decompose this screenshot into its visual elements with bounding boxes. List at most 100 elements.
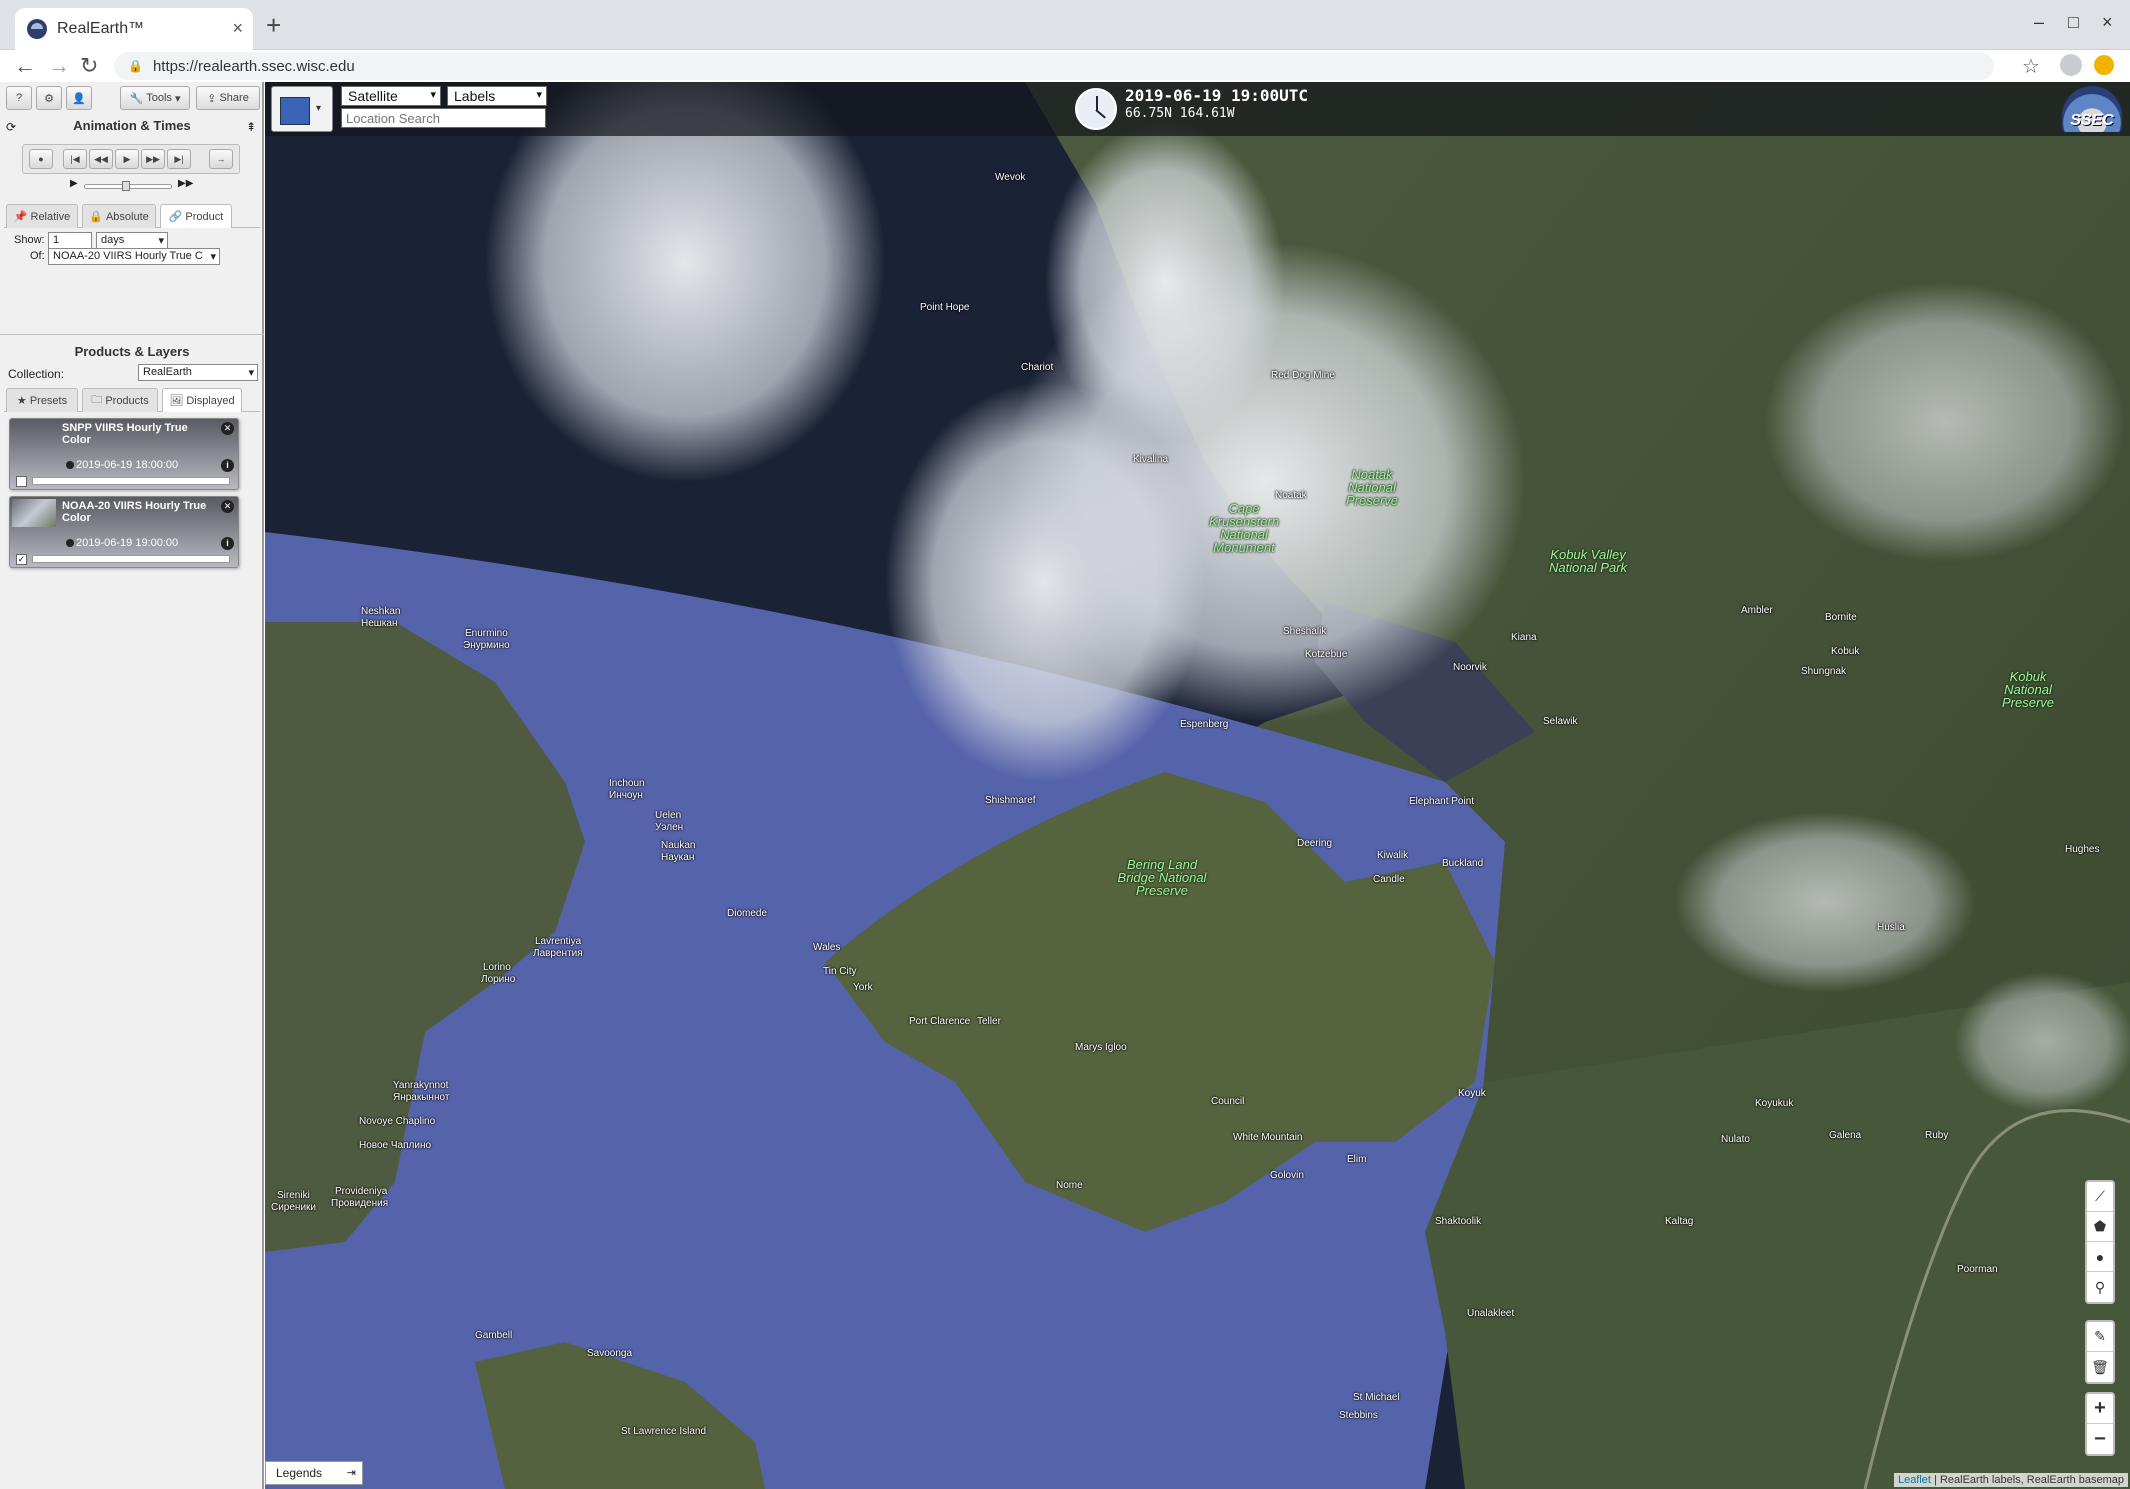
- clock-icon[interactable]: [1075, 88, 1117, 130]
- layer-card-snpp[interactable]: SNPP VIIRS Hourly True Color ✕ 2019-06-1…: [9, 418, 239, 490]
- maximize-icon[interactable]: □: [2068, 12, 2079, 33]
- place-label: Kotzebue: [1305, 649, 1348, 660]
- chevron-down-icon: ▾: [316, 103, 322, 114]
- info-icon[interactable]: i: [221, 459, 234, 472]
- place-label: Port Clarence: [909, 1016, 971, 1027]
- bookmark-star-icon[interactable]: ☆: [2022, 54, 2040, 79]
- zoom-out-button[interactable]: −: [2087, 1424, 2113, 1454]
- address-bar-row: ← → ↻ 🔒 https://realearth.ssec.wisc.edu …: [0, 50, 2130, 82]
- tab-close-icon[interactable]: ×: [232, 18, 243, 39]
- collection-select[interactable]: RealEarth ▾: [138, 364, 258, 381]
- dropdown-arrow-icon: ▾: [248, 367, 254, 379]
- map-topbar: ▾ Satellite ▾ Labels ▾ 2019-06-19 19:00UTC…: [265, 82, 2130, 136]
- extension-icon[interactable]: [2094, 55, 2114, 75]
- tab-presets[interactable]: ★ Presets: [6, 388, 78, 412]
- tab-products[interactable]: 🗀 Products: [82, 388, 158, 412]
- basemap-value: Satellite: [348, 88, 398, 104]
- first-frame-button[interactable]: |◀: [63, 149, 87, 169]
- record-button[interactable]: ●: [29, 149, 53, 169]
- layer-time: 2019-06-19 18:00:00: [76, 459, 179, 471]
- url-field[interactable]: 🔒 https://realearth.ssec.wisc.edu: [114, 52, 1994, 80]
- reload-icon[interactable]: ↻: [80, 54, 98, 78]
- slider-handle[interactable]: [122, 181, 130, 191]
- clock-small-icon: [66, 539, 74, 547]
- tools-button[interactable]: 🔧 Tools ▾: [120, 86, 190, 110]
- basemap-select[interactable]: Satellite ▾: [341, 86, 441, 106]
- remove-layer-icon[interactable]: ✕: [221, 500, 234, 513]
- close-window-icon[interactable]: ×: [2102, 12, 2113, 33]
- url-text: https://realearth.ssec.wisc.edu: [152, 57, 355, 75]
- user-button[interactable]: 👤: [66, 86, 92, 110]
- info-icon[interactable]: i: [221, 537, 234, 550]
- place-label: Red Dog Mine: [1271, 370, 1335, 381]
- lock-icon: 🔒: [128, 59, 143, 73]
- opacity-slider[interactable]: [32, 555, 230, 563]
- layer-card-noaa20[interactable]: NOAA-20 VIIRS Hourly True Color ✕ 2019-0…: [9, 496, 239, 568]
- location-search-input[interactable]: [341, 108, 546, 128]
- of-label: Of:: [30, 250, 45, 262]
- tab-relative[interactable]: 📌 Relative: [6, 204, 78, 228]
- draw-circle-icon[interactable]: ●: [2087, 1242, 2113, 1272]
- draw-line-icon[interactable]: ⟋: [2087, 1182, 2113, 1212]
- show-unit-select[interactable]: days ▾: [96, 232, 168, 249]
- tab-absolute[interactable]: 🔒 Absolute: [82, 204, 156, 228]
- place-label: Nome: [1056, 1180, 1083, 1191]
- forward-icon[interactable]: →: [48, 54, 70, 78]
- place-label: Энурмино: [463, 640, 510, 651]
- tab-displayed[interactable]: 🖼 Displayed: [162, 388, 242, 412]
- place-label: Teller: [977, 1016, 1001, 1027]
- labels-select[interactable]: Labels ▾: [447, 86, 547, 106]
- remove-layer-icon[interactable]: ✕: [221, 422, 234, 435]
- share-button[interactable]: ⇪ Share: [196, 86, 260, 110]
- last-frame-button[interactable]: ▶|: [167, 149, 191, 169]
- layer-visibility-checkbox[interactable]: ✓: [16, 554, 27, 565]
- minimize-icon[interactable]: –: [2034, 12, 2044, 33]
- attribution-text: | RealEarth labels, RealEarth basemap: [1930, 1474, 2124, 1486]
- layer-visibility-checkbox[interactable]: [16, 476, 27, 487]
- tab-product[interactable]: 🔗 Product: [160, 204, 232, 228]
- leaflet-link[interactable]: Leaflet: [1898, 1474, 1931, 1486]
- dropdown-arrow-icon: ▾: [158, 235, 164, 247]
- new-tab-button[interactable]: +: [266, 12, 281, 38]
- browser-tab[interactable]: RealEarth™ ×: [15, 8, 253, 50]
- place-label: Sireniki: [277, 1190, 310, 1201]
- place-label: Lavrentiya: [535, 936, 582, 947]
- zoom-in-button[interactable]: +: [2087, 1394, 2113, 1424]
- pin-icon[interactable]: ⇥: [347, 1466, 356, 1479]
- back-icon[interactable]: ←: [14, 54, 36, 78]
- layer-grid-button[interactable]: ▾: [271, 86, 333, 132]
- step-forward-button[interactable]: ▶▶: [141, 149, 165, 169]
- pin-icon[interactable]: ⇞: [246, 120, 256, 134]
- legends-button[interactable]: Legends ⇥: [265, 1461, 363, 1485]
- edit-layers-icon[interactable]: ✎: [2087, 1322, 2113, 1352]
- place-label: Naukan: [661, 840, 696, 851]
- opacity-slider[interactable]: [32, 477, 230, 485]
- draw-polygon-icon[interactable]: ⬟: [2087, 1212, 2113, 1242]
- place-label: Kobuk: [1831, 646, 1860, 657]
- map-canvas[interactable]: Wevok Point Hope Chariot Red Dog Mine Ki…: [265, 82, 2130, 1489]
- tab-absolute-label: Absolute: [105, 210, 149, 223]
- ssec-logo[interactable]: SSEC: [2062, 86, 2122, 132]
- map-attribution: Leaflet | RealEarth labels, RealEarth ba…: [1893, 1473, 2128, 1487]
- section-divider: [0, 334, 264, 335]
- place-label: Лаврентия: [533, 948, 583, 959]
- place-label: Ruby: [1925, 1130, 1949, 1141]
- draw-marker-icon[interactable]: ⚲: [2087, 1272, 2113, 1302]
- place-label: Diomede: [727, 908, 768, 919]
- speed-slider[interactable]: ▶ ▶▶: [70, 178, 200, 192]
- step-back-button[interactable]: ◀◀: [89, 149, 113, 169]
- export-button[interactable]: →: [209, 149, 233, 169]
- place-label: Wevok: [995, 172, 1026, 183]
- play-button[interactable]: ▶: [115, 149, 139, 169]
- show-count-input[interactable]: 1: [48, 232, 92, 249]
- of-product-select[interactable]: NOAA-20 VIIRS Hourly True C ▾: [48, 248, 220, 265]
- place-label: Noorvik: [1453, 662, 1487, 673]
- animation-title: Animation & Times: [73, 118, 191, 133]
- place-label: Enurmino: [465, 628, 508, 639]
- tab-products-label: Products: [105, 394, 149, 407]
- help-button[interactable]: ?: [6, 86, 32, 110]
- settings-button[interactable]: ⚙: [36, 86, 62, 110]
- tab-presets-label: Presets: [29, 394, 68, 407]
- account-avatar-icon[interactable]: [2060, 54, 2082, 76]
- delete-layers-icon[interactable]: 🗑: [2087, 1352, 2113, 1382]
